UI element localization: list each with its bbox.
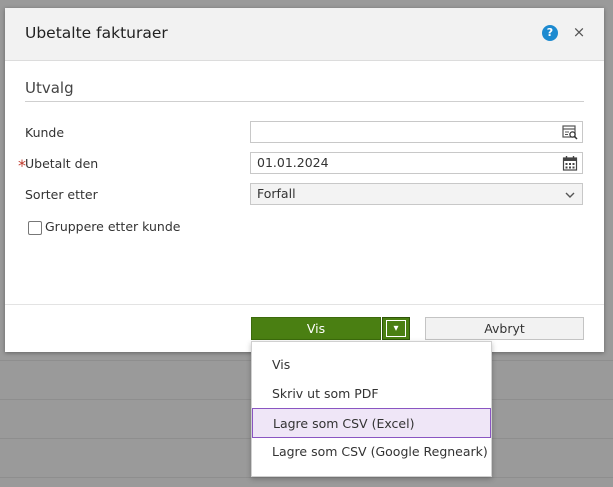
section-title: Utvalg (25, 79, 74, 97)
vis-options-menu: Vis Skriv ut som PDF Lagre som CSV (Exce… (251, 341, 492, 477)
sorter-etter-label: Sorter etter (25, 187, 98, 202)
lookup-search-icon[interactable] (562, 124, 578, 140)
menu-item-csv-google-sheets[interactable]: Lagre som CSV (Google Regneark) (252, 437, 491, 467)
unpaid-invoices-dialog: Ubetalte fakturaer ? × Utvalg Kunde * Ub… (5, 8, 604, 352)
calendar-icon[interactable] (562, 155, 578, 171)
menu-item-print-pdf[interactable]: Skriv ut som PDF (252, 379, 491, 409)
section-divider (25, 101, 584, 102)
kunde-label: Kunde (25, 125, 65, 140)
sorter-etter-select[interactable]: Forfall (250, 183, 583, 205)
ubetalt-den-date-field[interactable]: 01.01.2024 (250, 152, 583, 174)
help-icon[interactable]: ? (542, 25, 558, 41)
menu-item-vis[interactable]: Vis (252, 350, 491, 380)
background-row-line (0, 477, 613, 478)
kunde-field[interactable] (250, 121, 583, 143)
chevron-down-icon: ▾ (386, 320, 406, 337)
ubetalt-den-label: Ubetalt den (25, 156, 99, 171)
close-icon[interactable]: × (571, 22, 587, 42)
vis-button[interactable]: Vis (251, 317, 381, 340)
cancel-button[interactable]: Avbryt (425, 317, 584, 340)
ubetalt-den-value: 01.01.2024 (257, 155, 329, 170)
dialog-title: Ubetalte fakturaer (25, 24, 168, 42)
menu-item-csv-excel[interactable]: Lagre som CSV (Excel) (252, 408, 491, 438)
group-by-customer-checkbox[interactable] (28, 221, 42, 235)
chevron-down-icon (565, 192, 575, 198)
dialog-header: Ubetalte fakturaer ? × (5, 8, 604, 61)
footer-divider (5, 304, 604, 305)
vis-dropdown-toggle[interactable]: ▾ (382, 317, 410, 340)
sorter-etter-value: Forfall (257, 186, 296, 201)
group-by-customer-label[interactable]: Gruppere etter kunde (45, 219, 180, 234)
